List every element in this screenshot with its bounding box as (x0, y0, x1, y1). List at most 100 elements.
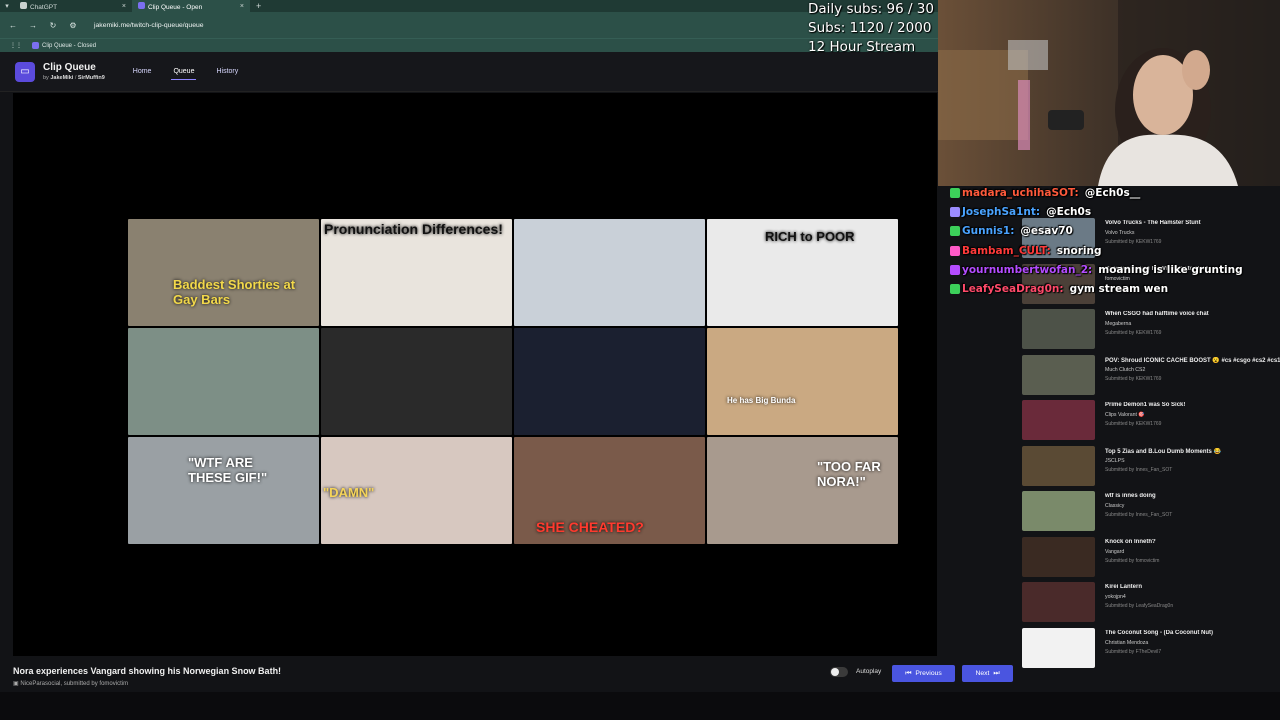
queue-channel[interactable]: yokojpn4 (1105, 594, 1126, 600)
stream-stats-overlay: Daily subs: 96 / 30 Subs: 1120 / 2000 12… (808, 0, 938, 57)
chat-username[interactable]: madara_uchihaSOT: (962, 187, 1079, 199)
video-thumbnail: Pronunciation Differences! (321, 219, 512, 326)
queue-channel[interactable]: Classicy (1105, 503, 1124, 509)
queue-item[interactable]: Prime Demon1 was So Sick! Clips Valorant … (1022, 400, 1280, 444)
tab-clip-queue[interactable]: Clip Queue - Open × (132, 0, 250, 12)
queue-channel[interactable]: Much Clutch CS2 (1105, 367, 1145, 373)
queue-channel[interactable]: JSCLPS (1105, 458, 1125, 464)
video-thumbnail: RICH to POOR (707, 219, 898, 326)
clip-channel[interactable]: NiceParasocial (20, 681, 60, 687)
queue-title: Prime Demon1 was So Sick! (1105, 402, 1186, 408)
nav-home[interactable]: Home (131, 64, 154, 80)
queue-thumbnail (1022, 445, 1095, 486)
queue-sub: Submitted by FTheDevil7 (1105, 648, 1162, 655)
queue-channel[interactable]: Christian Mendoza (1105, 640, 1148, 646)
thumbnail-caption: He has Big Bunda (727, 396, 796, 405)
forward-icon[interactable]: → (28, 21, 38, 30)
next-button[interactable]: Next ⏭ (962, 665, 1013, 682)
queue-title: When CSGO had halftime voice chat (1105, 311, 1209, 317)
chat-badge-icon (950, 187, 960, 198)
queue-thumbnail (1022, 536, 1095, 577)
video-thumbnail (128, 328, 319, 435)
stream-length: 12 Hour Stream (808, 39, 916, 55)
app-title: Clip Queue (43, 62, 96, 73)
chat-username[interactable]: LeafySeaDrag0n: (962, 283, 1064, 295)
new-tab-icon[interactable]: + (250, 1, 267, 11)
chat-message: LeafySeaDrag0n: gym stream wen (950, 279, 1280, 298)
reload-icon[interactable]: ↻ (48, 21, 58, 30)
queue-sub: Submitted by LeafySeaDrag0n (1105, 603, 1174, 609)
thumbnail-caption: Pronunciation Differences! (324, 221, 503, 237)
chat-username[interactable]: yournumbertwofan_2: (962, 264, 1092, 276)
queue-thumbnail (1022, 309, 1095, 349)
queue-title: wtf is innes doing (1105, 493, 1156, 499)
video-thumbnail (321, 328, 512, 435)
queue-channel[interactable]: Clips Valorant 🎯 (1105, 412, 1145, 418)
queue-item[interactable]: When CSGO had halftime voice chat Megaber… (1022, 309, 1280, 353)
queue-sub: Submitted by Innes_Fan_SOT (1105, 466, 1173, 473)
nav-history[interactable]: History (214, 64, 240, 80)
tab-menu-icon[interactable]: ▾ (0, 0, 14, 12)
current-clip-meta: ▣ NiceParasocial, submitted by fomovicti… (13, 681, 129, 687)
thumbnail-caption: Baddest Shorties at Gay Bars (173, 277, 296, 307)
nav-queue[interactable]: Queue (171, 64, 197, 80)
queue-item[interactable]: Kirei Lantern yokojpn4 Submitted by LeafyS… (1022, 582, 1280, 626)
thumbnail-caption: "WTF ARE THESE GIF!" (188, 455, 268, 485)
chat-message: madara_uchihaSOT: @Ech0s__ (950, 183, 1280, 202)
url-field[interactable]: jakemiki.me/twitch-clip-queue/queue (94, 22, 204, 29)
tab-chatgpt[interactable]: ChatGPT × (14, 0, 132, 12)
apps-grid-icon[interactable]: ⋮⋮ (10, 42, 22, 49)
queue-item[interactable]: POV: Shroud ICONIC CACHE BOOST 😮 #cs #cs… (1022, 354, 1280, 399)
chat-username[interactable]: JosephSa1nt: (962, 206, 1040, 218)
chat-text: gym stream wen (1069, 283, 1169, 296)
chat-username[interactable]: Bambam_CULT: (962, 245, 1051, 257)
app-header: ▭ Clip Queue by JakeMiki / SirMuffin9 Ho… (0, 52, 1016, 92)
chat-username[interactable]: Gunnis1: (962, 225, 1014, 237)
queue-channel[interactable]: Vangard (1105, 549, 1124, 555)
autoplay-toggle[interactable] (830, 667, 848, 677)
chat-text: @Ech0s (1046, 205, 1092, 218)
chat-message: JosephSa1nt: @Ech0s (950, 202, 1280, 221)
bookmark-label: Clip Queue - Closed (42, 42, 97, 49)
close-icon[interactable]: × (240, 3, 244, 10)
author-link[interactable]: SirMuffin9 (78, 75, 105, 81)
site-settings-icon[interactable]: ⚙ (68, 21, 78, 30)
chat-text: moaning is like grunting (1098, 263, 1243, 276)
queue-channel[interactable]: Megaberna (1105, 321, 1131, 327)
video-thumbnail: He has Big Bunda (707, 328, 898, 435)
autoplay-label: Autoplay (856, 668, 882, 675)
channel-icon: ▣ (13, 681, 19, 687)
close-icon[interactable]: × (122, 3, 126, 10)
thumbnail-caption: RICH to POOR (765, 229, 855, 244)
chat-text: @esav70 (1020, 225, 1073, 238)
back-icon[interactable]: ← (8, 21, 18, 30)
queue-item[interactable]: The Coconut Song - (Da Coconut Nut) Chris… (1022, 627, 1280, 672)
bottom-bar (0, 692, 1280, 720)
twitch-tv-logo-icon[interactable]: ▭ (15, 61, 35, 82)
next-icon: ⏭ (993, 669, 1000, 677)
tab-label: Clip Queue - Open (148, 3, 203, 11)
subs-goal: Subs: 1120 / 2000 (808, 20, 932, 36)
clip-queue-favicon-icon (138, 1, 145, 9)
bookmark-clip-queue[interactable]: Clip Queue - Closed (32, 42, 96, 49)
queue-item[interactable]: Knock on Inneth? Vangard Submitted by fomo… (1022, 536, 1280, 581)
queue-thumbnail (1022, 491, 1095, 531)
video-thumbnail: "DAMN" (321, 437, 512, 544)
previous-button[interactable]: ⏮ Previous (892, 665, 955, 682)
author-link[interactable]: JakeMiki (50, 75, 73, 81)
video-thumbnail: "TOO FAR NORA!" (707, 437, 898, 544)
queue-title: Knock on Inneth? (1105, 538, 1156, 545)
chat-message: Gunnis1: @esav70 (950, 222, 1280, 241)
queue-item[interactable]: Top 5 Zias and B.Lou Dumb Moments 😂 JSCLP… (1022, 445, 1280, 490)
queue-sub: Submitted by fomovictim (1105, 557, 1160, 564)
chat-badge-icon (950, 226, 960, 237)
thumbnail-caption: SHE CHEATED? (536, 519, 644, 535)
video-player[interactable]: Baddest Shorties at Gay Bars Pronunciatio… (13, 93, 937, 656)
queue-item[interactable]: wtf is innes doing Classicy Submitted by I… (1022, 491, 1280, 535)
queue-title: Kirei Lantern (1105, 584, 1143, 590)
bookmarks-bar: ⋮⋮ Clip Queue - Closed (0, 38, 938, 52)
daily-subs-goal: Daily subs: 96 / 30 (808, 1, 934, 17)
video-thumbnail-grid: Baddest Shorties at Gay Bars Pronunciatio… (128, 219, 899, 545)
clip-queue-app: ▭ Clip Queue by JakeMiki / SirMuffin9 Ho… (0, 52, 1016, 692)
chat-message: yournumbertwofan_2: moaning is like grunt… (950, 260, 1280, 279)
